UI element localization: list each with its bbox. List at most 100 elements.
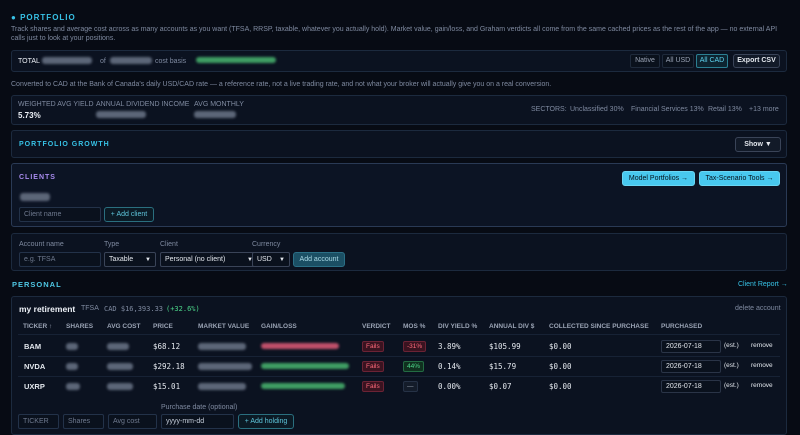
page-title: PORTFOLIO bbox=[20, 13, 76, 22]
shares-input[interactable]: Shares bbox=[63, 414, 104, 429]
col-shares[interactable]: SHARES bbox=[66, 323, 93, 330]
clients-panel: CLIENTS Model Portfolios → Tax-Scenario … bbox=[11, 163, 787, 227]
chevron-down-icon: ▼ bbox=[145, 257, 151, 263]
sector-item: Unclassified 30% bbox=[570, 106, 624, 113]
type-label: Type bbox=[104, 241, 120, 248]
purchase-date-input[interactable]: 2026-07-18 bbox=[661, 380, 721, 393]
total-bar: TOTAL of cost basis Native All USD All C… bbox=[11, 50, 787, 72]
mos-badge: -31% bbox=[403, 341, 427, 352]
tax-scenario-button[interactable]: Tax-Scenario Tools → bbox=[699, 171, 780, 186]
annual-div-value: $15.79 bbox=[489, 362, 517, 371]
mos-badge: — bbox=[403, 381, 418, 392]
client-name-input[interactable]: Client name bbox=[19, 207, 101, 222]
col-mos[interactable]: MOS % bbox=[403, 323, 425, 330]
header-divider bbox=[18, 334, 780, 335]
account-name-label: Account name bbox=[19, 241, 64, 248]
ticker-input[interactable]: TICKER bbox=[18, 414, 59, 429]
monthly-label: AVG MONTHLY bbox=[194, 101, 244, 108]
ticker-link[interactable]: BAM bbox=[24, 342, 41, 351]
ticker-link[interactable]: NVDA bbox=[24, 362, 45, 371]
view-mode-cad[interactable]: All CAD bbox=[696, 54, 728, 68]
market-value bbox=[198, 383, 246, 390]
div-yield-value: 3.89% bbox=[438, 342, 461, 351]
purchase-date-input[interactable]: yyyy-mm-dd bbox=[161, 414, 234, 429]
row-divider bbox=[18, 376, 780, 377]
account-type: TFSA bbox=[81, 305, 99, 312]
purchase-date-input[interactable]: 2026-07-18 bbox=[661, 340, 721, 353]
client-value: Personal (no client) bbox=[165, 256, 226, 263]
sector-item: Financial Services 13% bbox=[631, 106, 704, 113]
est-label: (est.) bbox=[724, 382, 739, 389]
currency-select[interactable]: USD ▼ bbox=[252, 252, 290, 267]
gain-loss-value bbox=[261, 363, 349, 370]
purchase-date-input[interactable]: 2026-07-18 bbox=[661, 360, 721, 373]
type-value: Taxable bbox=[109, 256, 134, 263]
export-csv-button[interactable]: Export CSV bbox=[733, 54, 780, 68]
add-holding-button[interactable]: + Add holding bbox=[238, 414, 294, 429]
est-label: (est.) bbox=[724, 342, 739, 349]
shares-value bbox=[66, 363, 78, 370]
add-account-button[interactable]: Add account bbox=[293, 252, 345, 267]
stats-panel: WEIGHTED AVG YIELD 5.73% ANNUAL DIVIDEND… bbox=[11, 95, 787, 125]
income-value bbox=[96, 111, 146, 118]
est-label: (est.) bbox=[724, 362, 739, 369]
sectors-label: SECTORS: bbox=[531, 106, 567, 113]
remove-button[interactable]: remove bbox=[751, 382, 773, 389]
col-gain-loss[interactable]: GAIN/LOSS bbox=[261, 323, 297, 330]
price-value: $68.12 bbox=[153, 342, 181, 351]
col-price[interactable]: PRICE bbox=[153, 323, 173, 330]
remove-button[interactable]: remove bbox=[751, 362, 773, 369]
avg-cost-value bbox=[107, 343, 129, 350]
verdict-badge: Fails bbox=[362, 341, 384, 352]
currency-label: Currency bbox=[252, 241, 281, 248]
view-mode-native[interactable]: Native bbox=[630, 54, 660, 68]
market-value bbox=[198, 363, 252, 370]
annual-div-value: $105.99 bbox=[489, 342, 521, 351]
avg-cost-input[interactable]: Avg cost bbox=[108, 414, 157, 429]
client-select[interactable]: Personal (no client) ▼ bbox=[160, 252, 258, 267]
col-avg-cost[interactable]: AVG COST bbox=[107, 323, 140, 330]
currency-value: USD bbox=[257, 256, 272, 263]
yield-value: 5.73% bbox=[18, 111, 41, 120]
view-mode-usd[interactable]: All USD bbox=[662, 54, 694, 68]
growth-toggle-button[interactable]: Show ▼ bbox=[735, 137, 781, 152]
market-value bbox=[198, 343, 246, 350]
page-header: ● PORTFOLIO bbox=[11, 13, 76, 22]
delete-account-button[interactable]: delete account bbox=[735, 305, 781, 312]
col-annual-div[interactable]: ANNUAL DIV $ bbox=[489, 323, 534, 330]
model-portfolios-button[interactable]: Model Portfolios → bbox=[622, 171, 695, 186]
collected-value: $0.00 bbox=[549, 342, 572, 351]
col-verdict[interactable]: VERDICT bbox=[362, 323, 391, 330]
monthly-value bbox=[194, 111, 236, 118]
mos-badge: 44% bbox=[403, 361, 425, 372]
shares-value bbox=[66, 383, 80, 390]
growth-panel: PORTFOLIO GROWTH Show ▼ bbox=[11, 130, 787, 158]
div-yield-value: 0.00% bbox=[438, 382, 461, 391]
col-collected[interactable]: COLLECTED SINCE PURCHASE bbox=[549, 323, 649, 330]
ticker-link[interactable]: UXRP bbox=[24, 382, 45, 391]
account-value: CAD $16,393.33 bbox=[104, 305, 164, 313]
col-ticker[interactable]: TICKER ↑ bbox=[23, 323, 52, 330]
sector-more[interactable]: +13 more bbox=[749, 106, 779, 113]
add-client-button[interactable]: + Add client bbox=[104, 207, 154, 222]
total-label: TOTAL bbox=[18, 58, 40, 65]
total-value bbox=[42, 57, 92, 64]
col-purchased[interactable]: PURCHASED bbox=[661, 323, 702, 330]
sector-item: Retail 13% bbox=[708, 106, 742, 113]
row-divider bbox=[18, 356, 780, 357]
chevron-down-icon: ▼ bbox=[279, 257, 285, 263]
verdict-badge: Fails bbox=[362, 381, 384, 392]
col-market-value[interactable]: MARKET VALUE bbox=[198, 323, 249, 330]
gain-loss-value bbox=[261, 343, 339, 350]
col-div-yield[interactable]: DIV YIELD % bbox=[438, 323, 477, 330]
remove-button[interactable]: remove bbox=[751, 342, 773, 349]
growth-title: PORTFOLIO GROWTH bbox=[19, 141, 110, 148]
cost-basis-label: cost basis bbox=[155, 58, 187, 65]
page-description: Track shares and average cost across as … bbox=[11, 26, 778, 42]
account-name-input[interactable]: e.g. TFSA bbox=[19, 252, 101, 267]
collected-value: $0.00 bbox=[549, 382, 572, 391]
client-report-link[interactable]: Client Report → bbox=[738, 281, 788, 288]
type-select[interactable]: Taxable ▼ bbox=[104, 252, 156, 267]
gain-loss-value bbox=[261, 383, 345, 390]
client-chip[interactable] bbox=[20, 193, 50, 201]
